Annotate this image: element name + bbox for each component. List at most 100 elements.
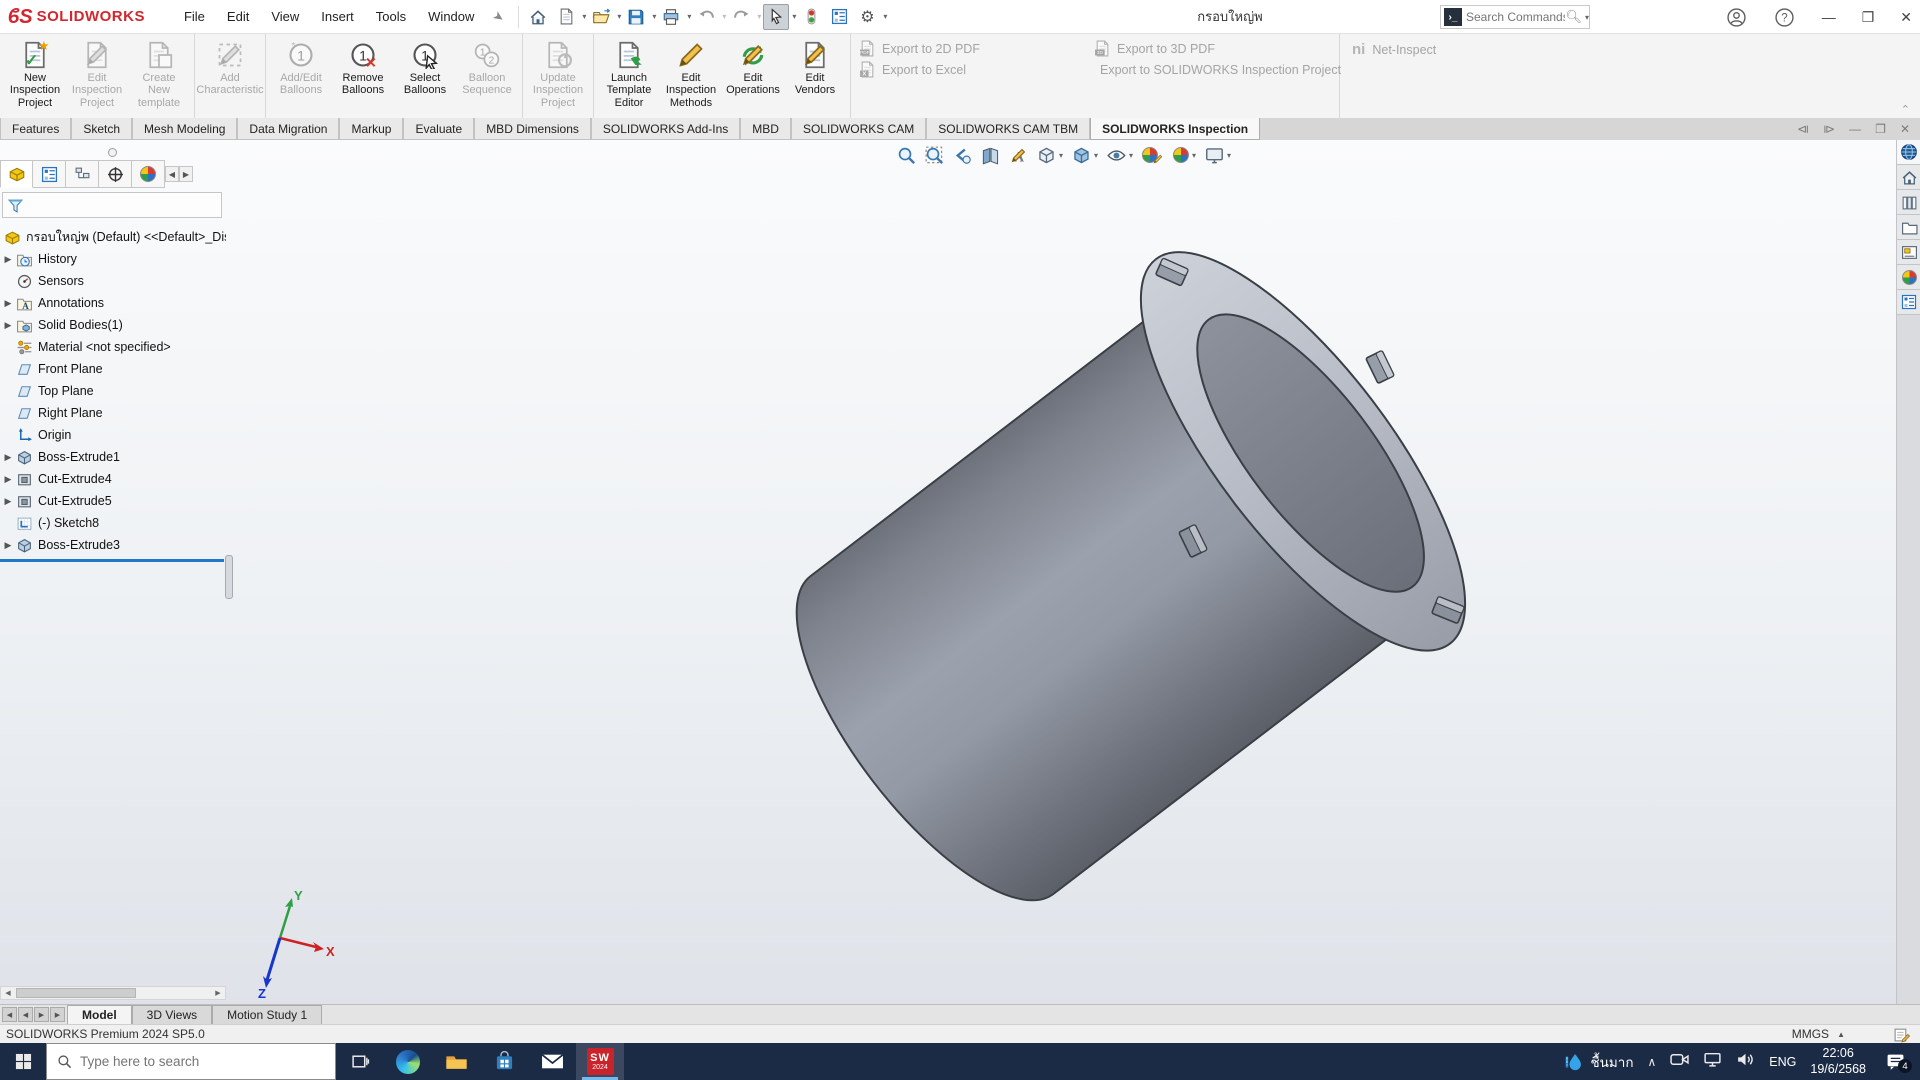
tree-item-material[interactable]: Material <not specified> xyxy=(0,336,226,358)
new-document-dropdown-icon[interactable]: ▾ xyxy=(582,12,586,21)
tab-mbd-dimensions[interactable]: MBD Dimensions xyxy=(474,118,591,140)
model-3d-cylinder[interactable]: Y X Z xyxy=(232,140,1896,1004)
open-dropdown-icon[interactable]: ▾ xyxy=(617,12,621,21)
tab-evaluate[interactable]: Evaluate xyxy=(403,118,474,140)
scroll-right-icon[interactable]: ▶ xyxy=(179,166,193,182)
scroll-right-icon[interactable]: ▶ xyxy=(211,987,225,999)
tab-model[interactable]: Model xyxy=(67,1005,132,1024)
undo-button[interactable] xyxy=(693,4,719,30)
tree-item-cut-extrude4[interactable]: ▶ Cut-Extrude4 xyxy=(0,468,226,490)
tree-item-boss-extrude3[interactable]: ▶ Boss-Extrude3 xyxy=(0,534,226,556)
dynamic-annotation-views-icon[interactable]: A xyxy=(1009,146,1028,165)
search-commands-input[interactable] xyxy=(1466,10,1565,24)
scrollbar-thumb[interactable] xyxy=(16,988,136,998)
appearances-tab[interactable] xyxy=(1897,265,1920,290)
user-account-icon[interactable] xyxy=(1726,8,1748,27)
tab-sketch[interactable]: Sketch xyxy=(71,118,132,140)
export-to-excel-button[interactable]: X Export to Excel xyxy=(859,59,1094,80)
display-pane-button[interactable] xyxy=(826,4,852,30)
tree-filter-box[interactable] xyxy=(2,192,222,218)
tab-features[interactable]: Features xyxy=(0,118,71,140)
previous-tab-icon[interactable]: ◀ xyxy=(18,1007,33,1022)
export-edrawing-button[interactable]: e Export to SOLIDWORKS Inspection Projec… xyxy=(1094,59,1339,80)
expander-icon[interactable]: ▶ xyxy=(0,452,16,463)
task-view-button[interactable] xyxy=(336,1043,384,1080)
units-selector[interactable]: MMGS xyxy=(1792,1027,1829,1041)
zoom-to-area-icon[interactable] xyxy=(925,146,944,165)
tree-item-history[interactable]: ▶ History xyxy=(0,248,226,270)
view-settings-icon[interactable]: ▾ xyxy=(1205,146,1231,165)
clock-widget[interactable]: 22:06 19/6/2568 xyxy=(1810,1046,1866,1077)
tab-solidworks-cam[interactable]: SOLIDWORKS CAM xyxy=(791,118,926,140)
tree-root-part[interactable]: กรอบใหญ่พ (Default) <<Default>_Displ xyxy=(0,226,226,248)
export-to-3d-pdf-button[interactable]: 3D Export to 3D PDF xyxy=(1094,38,1339,59)
expander-icon[interactable]: ▶ xyxy=(0,496,16,507)
tab-solidworks-inspection[interactable]: SOLIDWORKS Inspection xyxy=(1090,118,1260,140)
search-icon[interactable]: 🔍︎ xyxy=(1565,9,1582,25)
units-dropdown-icon[interactable]: ▲ xyxy=(1837,1030,1845,1039)
expander-icon[interactable]: ▶ xyxy=(0,298,16,309)
rebuild-traffic-light-button[interactable] xyxy=(798,4,824,30)
configuration-manager-tab[interactable] xyxy=(66,160,99,188)
notification-center-button[interactable]: 4 xyxy=(1880,1053,1910,1070)
pin-menu-icon[interactable]: ➤ xyxy=(490,7,508,26)
edit-inspection-project-button[interactable]: Edit Inspection Project xyxy=(66,38,128,111)
panel-horizontal-scrollbar[interactable]: ◀ ▶ xyxy=(0,986,226,1000)
minimize-button[interactable]: — xyxy=(1822,9,1836,25)
balloon-sequence-button[interactable]: 12 Balloon Sequence xyxy=(456,38,518,99)
next-tab-icon[interactable]: ▶ xyxy=(34,1007,49,1022)
solidworks-app-button[interactable]: SW 2024 xyxy=(576,1043,624,1080)
property-manager-tab[interactable] xyxy=(33,160,66,188)
save-button[interactable] xyxy=(623,4,649,30)
undo-dropdown-icon[interactable]: ▾ xyxy=(722,12,726,21)
tree-item-sensors[interactable]: Sensors xyxy=(0,270,226,292)
doc-restore-icon[interactable]: ❐ xyxy=(1875,122,1886,136)
language-indicator[interactable]: ENG xyxy=(1769,1055,1796,1069)
volume-icon[interactable] xyxy=(1736,1052,1755,1072)
tree-item-front-plane[interactable]: Front Plane xyxy=(0,358,226,380)
doc-minimize-icon[interactable]: — xyxy=(1849,122,1861,136)
taskbar-search-box[interactable] xyxy=(46,1043,336,1080)
scroll-left-icon[interactable]: ◀ xyxy=(1,987,15,999)
launch-template-editor-button[interactable]: Launch Template Editor xyxy=(598,38,660,111)
edit-operations-button[interactable]: Edit Operations xyxy=(722,38,784,99)
menu-window[interactable]: Window xyxy=(417,0,485,34)
print-dropdown-icon[interactable]: ▾ xyxy=(687,12,691,21)
select-cursor-button[interactable] xyxy=(763,4,789,30)
display-style-icon[interactable]: ▾ xyxy=(1072,146,1098,165)
close-button[interactable]: ✕ xyxy=(1900,9,1912,26)
menu-edit[interactable]: Edit xyxy=(216,0,260,34)
add-characteristic-button[interactable]: Add Characteristic xyxy=(199,38,261,99)
menu-insert[interactable]: Insert xyxy=(310,0,365,34)
display-manager-tab[interactable] xyxy=(132,160,165,188)
mail-button[interactable] xyxy=(528,1043,576,1080)
flange-tab-right[interactable] xyxy=(1366,350,1394,383)
remove-balloons-button[interactable]: ✕ Remove Balloons xyxy=(332,38,394,99)
start-button[interactable] xyxy=(0,1043,46,1080)
dimxpert-manager-tab[interactable] xyxy=(99,160,132,188)
expander-icon[interactable]: ▶ xyxy=(0,540,16,551)
view-orientation-icon[interactable]: ▾ xyxy=(1037,146,1063,165)
home-button[interactable] xyxy=(525,4,551,30)
tree-item-cut-extrude5[interactable]: ▶ Cut-Extrude5 xyxy=(0,490,226,512)
tree-item-right-plane[interactable]: Right Plane xyxy=(0,402,226,424)
first-tab-icon[interactable]: ◀ xyxy=(2,1007,17,1022)
featuremanager-design-tree-tab[interactable] xyxy=(0,160,33,188)
tab-motion-study-1[interactable]: Motion Study 1 xyxy=(212,1005,322,1024)
tab-solidworks-add-ins[interactable]: SOLIDWORKS Add-Ins xyxy=(591,118,740,140)
ribbon-collapse-chevron-icon[interactable]: ⌃ xyxy=(1901,103,1910,116)
tab-3d-views[interactable]: 3D Views xyxy=(132,1005,212,1024)
search-dropdown-icon[interactable]: ▾ xyxy=(1585,13,1589,22)
expander-icon[interactable]: ▶ xyxy=(0,320,16,331)
doc-close-icon[interactable]: ✕ xyxy=(1900,122,1910,136)
options-dropdown-icon[interactable]: ▾ xyxy=(883,12,887,21)
export-to-2d-pdf-button[interactable]: PDF Export to 2D PDF xyxy=(859,38,1094,59)
network-icon[interactable] xyxy=(1703,1052,1722,1072)
menu-file[interactable]: File xyxy=(173,0,216,34)
show-hidden-icons-chevron[interactable]: ∧ xyxy=(1648,1055,1657,1069)
pane-next-icon[interactable]: ⧐ xyxy=(1823,122,1835,136)
options-gear-button[interactable]: ⚙ xyxy=(854,4,880,30)
tree-item-sketch8[interactable]: (-) Sketch8 xyxy=(0,512,226,534)
section-view-icon[interactable] xyxy=(981,146,1000,165)
home-tab[interactable] xyxy=(1897,165,1920,190)
